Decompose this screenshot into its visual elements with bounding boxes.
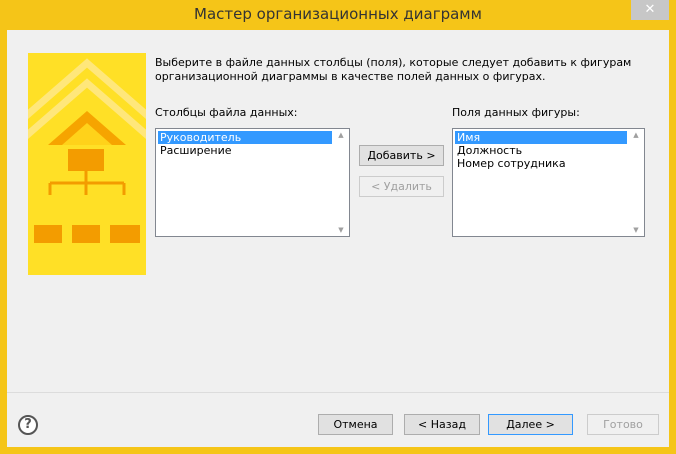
add-button[interactable]: Добавить > — [359, 145, 444, 166]
list-item[interactable]: Руководитель — [158, 131, 332, 144]
back-button[interactable]: < Назад — [404, 414, 480, 435]
org-chart-illustration — [28, 53, 146, 275]
shape-fields-listbox[interactable]: Имя Должность Номер сотрудника ▲ ▼ — [452, 128, 645, 237]
wizard-client-area: Выберите в файле данных столбцы (поля), … — [7, 30, 669, 447]
next-button[interactable]: Далее > — [488, 414, 573, 435]
footer-divider — [7, 392, 669, 393]
list-item[interactable]: Расширение — [158, 144, 332, 157]
close-icon[interactable]: ✕ — [631, 0, 669, 20]
scroll-up-icon[interactable]: ▲ — [333, 131, 349, 139]
help-icon[interactable]: ? — [18, 415, 38, 435]
scrollbar[interactable]: ▲ ▼ — [333, 129, 349, 236]
title-bar: Мастер организационных диаграмм ✕ — [0, 0, 676, 30]
wizard-window: Мастер организационных диаграмм ✕ Выбери… — [0, 0, 676, 454]
window-title: Мастер организационных диаграмм — [194, 5, 482, 23]
finish-button[interactable]: Готово — [587, 414, 659, 435]
scroll-up-icon[interactable]: ▲ — [628, 131, 644, 139]
source-columns-label: Столбцы файла данных: — [155, 106, 298, 119]
list-item[interactable]: Должность — [455, 144, 627, 157]
scroll-down-icon[interactable]: ▼ — [333, 226, 349, 234]
list-item[interactable]: Имя — [455, 131, 627, 144]
source-columns-listbox[interactable]: Руководитель Расширение ▲ ▼ — [155, 128, 350, 237]
list-item[interactable]: Номер сотрудника — [455, 157, 627, 170]
scroll-down-icon[interactable]: ▼ — [628, 226, 644, 234]
scrollbar[interactable]: ▲ ▼ — [628, 129, 644, 236]
instructions-text: Выберите в файле данных столбцы (поля), … — [155, 56, 632, 83]
cancel-button[interactable]: Отмена — [318, 414, 393, 435]
remove-button[interactable]: < Удалить — [359, 176, 444, 197]
shape-fields-label: Поля данных фигуры: — [452, 106, 580, 119]
